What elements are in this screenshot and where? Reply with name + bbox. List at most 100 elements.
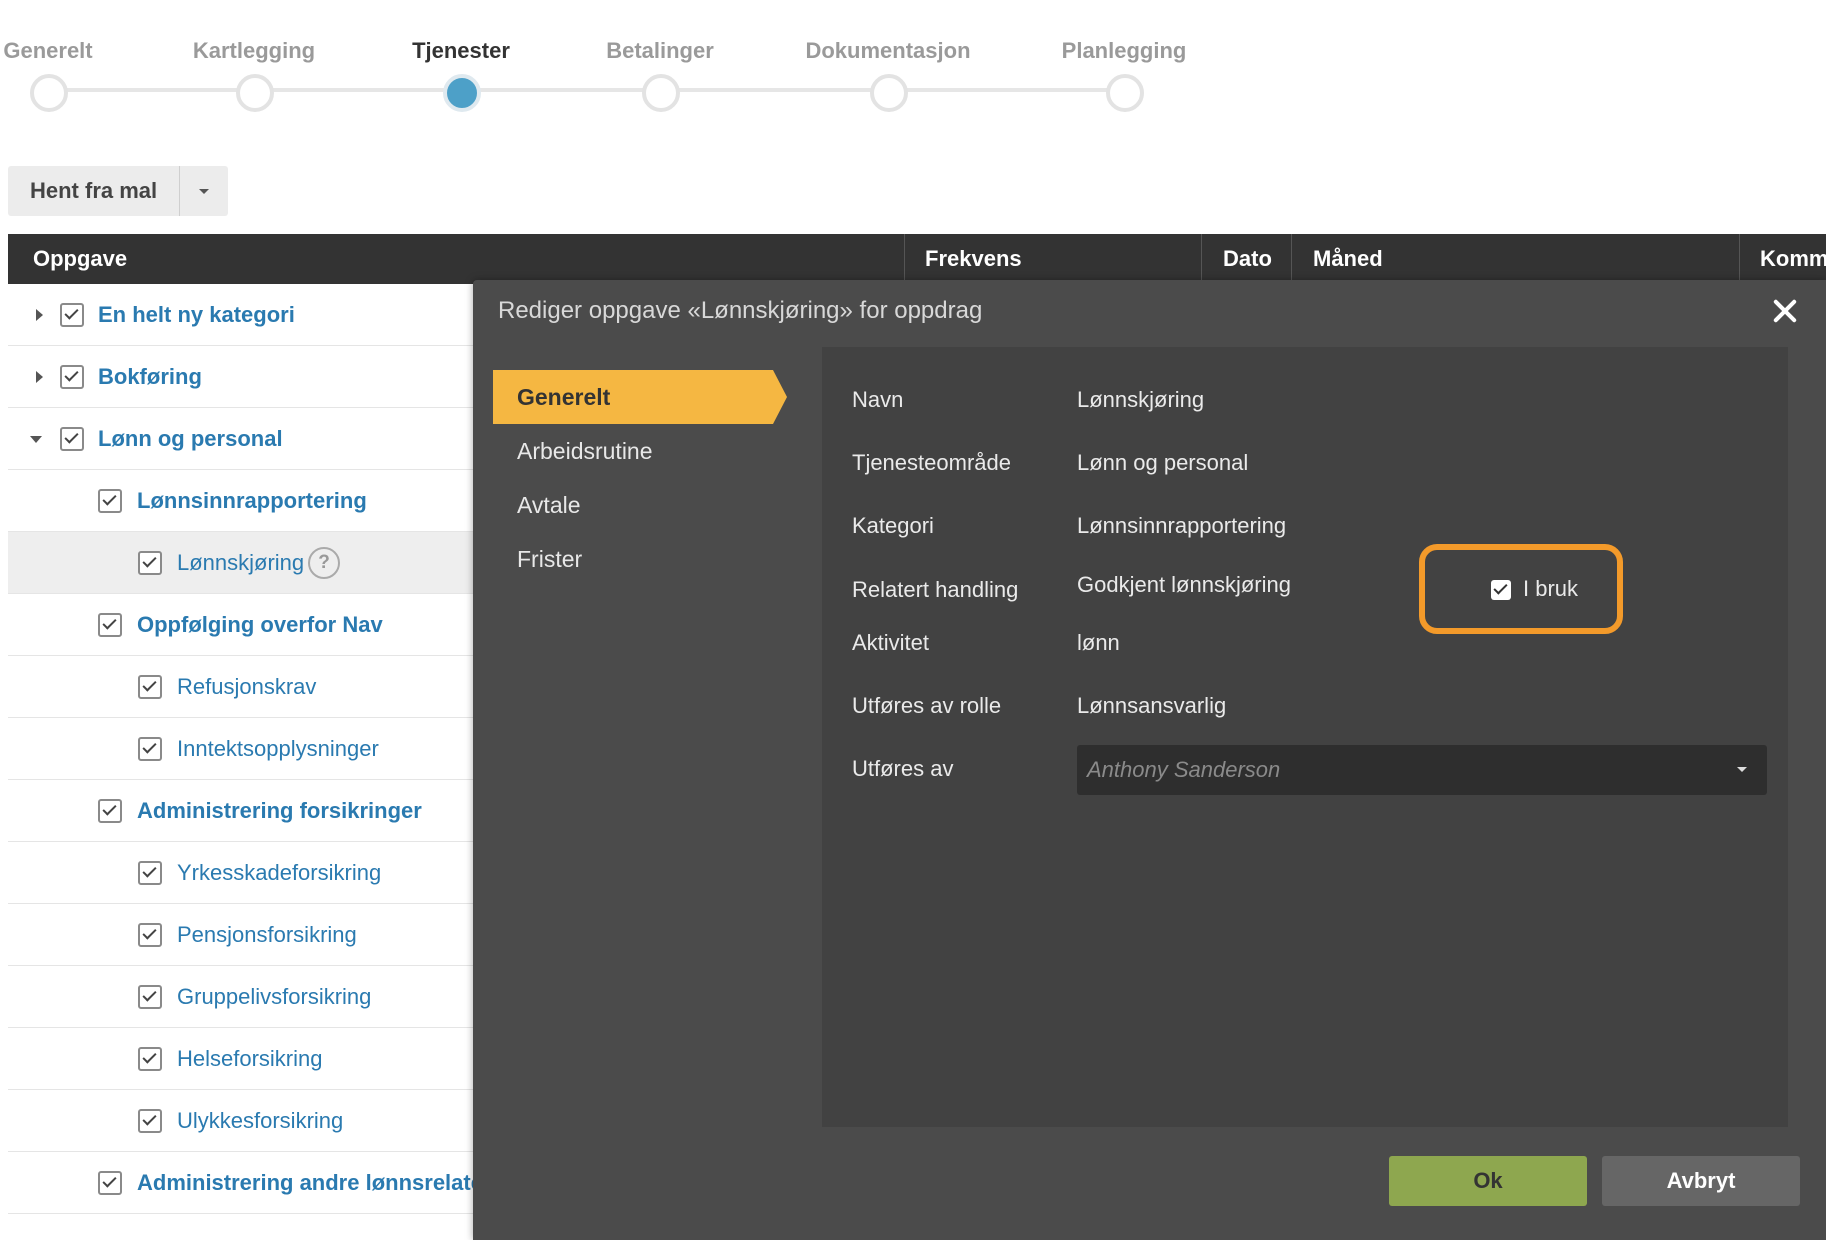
column-header-frekvens[interactable]: Frekvens [925, 234, 1022, 284]
in-use-checkbox[interactable] [1491, 580, 1511, 600]
row-label[interactable]: Ulykkesforsikring [177, 1090, 343, 1152]
column-header-dato[interactable]: Dato [1223, 234, 1272, 284]
dialog-tab-arbeidsrutine[interactable]: Arbeidsrutine [493, 424, 787, 478]
column-header-oppgave[interactable]: Oppgave [33, 234, 127, 284]
dialog-title: Rediger oppgave «Lønnskjøring» for oppdr… [498, 297, 983, 324]
tree-row-category[interactable]: Lønn og personal [8, 408, 480, 470]
row-checkbox[interactable] [138, 1047, 162, 1071]
step-label: Dokumentasjon [805, 38, 971, 63]
row-label[interactable]: Lønn og personal [98, 408, 283, 470]
dialog-tab-avtale[interactable]: Avtale [493, 478, 787, 532]
step-dokumentasjon[interactable]: Dokumentasjon [788, 36, 988, 112]
tree-row-task[interactable]: Helseforsikring [8, 1028, 480, 1090]
tree-row-subcategory[interactable]: Administrering forsikringer [8, 780, 480, 842]
expand-arrow-icon[interactable] [36, 309, 43, 321]
column-header-kommentar[interactable]: Komm [1760, 234, 1826, 284]
table-header: Oppgave Frekvens Dato Måned Komm [8, 234, 1826, 284]
highlight-annotation [1419, 544, 1623, 634]
field-value-navn: Lønnskjøring [1077, 387, 1205, 412]
tree-row-task[interactable]: Gruppelivsforsikring [8, 966, 480, 1028]
in-use-label[interactable]: I bruk [1523, 576, 1578, 602]
expand-arrow-icon[interactable] [36, 371, 43, 383]
tree-row-task[interactable]: Ulykkesforsikring [8, 1090, 480, 1152]
field-value-aktivitet: lønn [1077, 630, 1120, 655]
field-value-tjenesteomrade: Lønn og personal [1077, 450, 1249, 475]
step-label: Planlegging [1061, 38, 1187, 63]
field-label-relatert-handling: Relatert handling [852, 577, 1019, 602]
step-dot[interactable] [1106, 74, 1144, 112]
row-checkbox[interactable] [60, 427, 84, 451]
tree-row-subcategory[interactable]: Oppfølging overfor Nav [8, 594, 480, 656]
tree-row-category[interactable]: Bokføring [8, 346, 480, 408]
step-dot[interactable] [642, 74, 680, 112]
row-checkbox[interactable] [138, 737, 162, 761]
row-checkbox[interactable] [138, 985, 162, 1009]
field-label-navn: Navn [852, 387, 904, 412]
row-label[interactable]: Refusjonskrav [177, 656, 316, 718]
row-label[interactable]: Yrkesskadeforsikring [177, 842, 381, 904]
tree-row-subcategory[interactable]: Administrering andre lønnsrelate [8, 1152, 483, 1214]
row-checkbox[interactable] [138, 861, 162, 885]
dialog-tab-generelt[interactable]: Generelt [493, 370, 787, 424]
step-label: Kartlegging [192, 38, 316, 63]
template-split-button: Hent fra mal [8, 166, 229, 216]
field-value-kategori: Lønnsinnrapportering [1077, 513, 1287, 538]
step-dot[interactable] [30, 74, 68, 112]
row-label[interactable]: Administrering andre lønnsrelate [137, 1152, 483, 1214]
cancel-button[interactable]: Avbryt [1602, 1156, 1800, 1206]
column-divider [1201, 234, 1202, 284]
field-label-kategori: Kategori [852, 513, 934, 538]
step-dot[interactable] [236, 74, 274, 112]
row-checkbox[interactable] [138, 551, 162, 575]
ok-button[interactable]: Ok [1389, 1156, 1587, 1206]
step-label: Betalinger [606, 38, 714, 63]
row-label[interactable]: En helt ny kategori [98, 284, 295, 346]
row-label[interactable]: Inntektsopplysninger [177, 718, 379, 780]
tree-row-subcategory[interactable]: Lønnsinnrapportering [8, 470, 480, 532]
assignee-select-placeholder: Anthony Sanderson [1087, 757, 1281, 782]
row-label[interactable]: Helseforsikring [177, 1028, 323, 1090]
column-divider [1739, 234, 1740, 284]
row-checkbox[interactable] [98, 489, 122, 513]
row-checkbox[interactable] [98, 1171, 122, 1195]
step-dot-active[interactable] [443, 74, 481, 112]
template-dropdown-toggle[interactable] [180, 166, 228, 216]
row-label[interactable]: Lønnskjøring [177, 532, 304, 594]
row-checkbox[interactable] [98, 799, 122, 823]
step-kartlegging[interactable]: Kartlegging [154, 36, 354, 112]
tree-row-task[interactable]: Yrkesskadeforsikring [8, 842, 480, 904]
step-label: Generelt [3, 38, 93, 63]
close-icon[interactable] [1772, 298, 1798, 324]
stepper-track [48, 88, 1126, 92]
column-header-maned[interactable]: Måned [1313, 234, 1383, 284]
row-checkbox[interactable] [138, 675, 162, 699]
tree-row-task[interactable]: Pensjonsforsikring [8, 904, 480, 966]
step-betalinger[interactable]: Betalinger [560, 36, 760, 112]
row-checkbox[interactable] [60, 303, 84, 327]
row-label[interactable]: Oppfølging overfor Nav [137, 594, 383, 656]
tree-row-task[interactable]: Refusjonskrav [8, 656, 480, 718]
row-label[interactable]: Gruppelivsforsikring [177, 966, 371, 1028]
tree-row-task[interactable]: Inntektsopplysninger [8, 718, 480, 780]
row-label[interactable]: Pensjonsforsikring [177, 904, 357, 966]
step-generelt[interactable]: Generelt [0, 36, 148, 112]
row-checkbox[interactable] [60, 365, 84, 389]
fetch-template-button[interactable]: Hent fra mal [8, 166, 181, 216]
step-dot[interactable] [870, 74, 908, 112]
dialog-tab-frister[interactable]: Frister [493, 532, 787, 586]
row-checkbox[interactable] [98, 613, 122, 637]
tree-row-category[interactable]: En helt ny kategori [8, 284, 480, 346]
row-label[interactable]: Bokføring [98, 346, 202, 408]
row-checkbox[interactable] [138, 1109, 162, 1133]
assignee-select[interactable]: Anthony Sanderson [1077, 745, 1767, 795]
collapse-arrow-icon[interactable] [30, 436, 42, 443]
row-checkbox[interactable] [138, 923, 162, 947]
step-tjenester[interactable]: Tjenester [361, 36, 561, 112]
column-divider [904, 234, 905, 284]
row-label[interactable]: Administrering forsikringer [137, 780, 422, 842]
step-planlegging[interactable]: Planlegging [1024, 36, 1224, 112]
chevron-down-icon [1737, 767, 1747, 772]
row-label[interactable]: Lønnsinnrapportering [137, 470, 367, 532]
help-icon[interactable]: ? [308, 547, 340, 579]
tree-row-task-selected[interactable]: Lønnskjøring ? [8, 532, 480, 594]
